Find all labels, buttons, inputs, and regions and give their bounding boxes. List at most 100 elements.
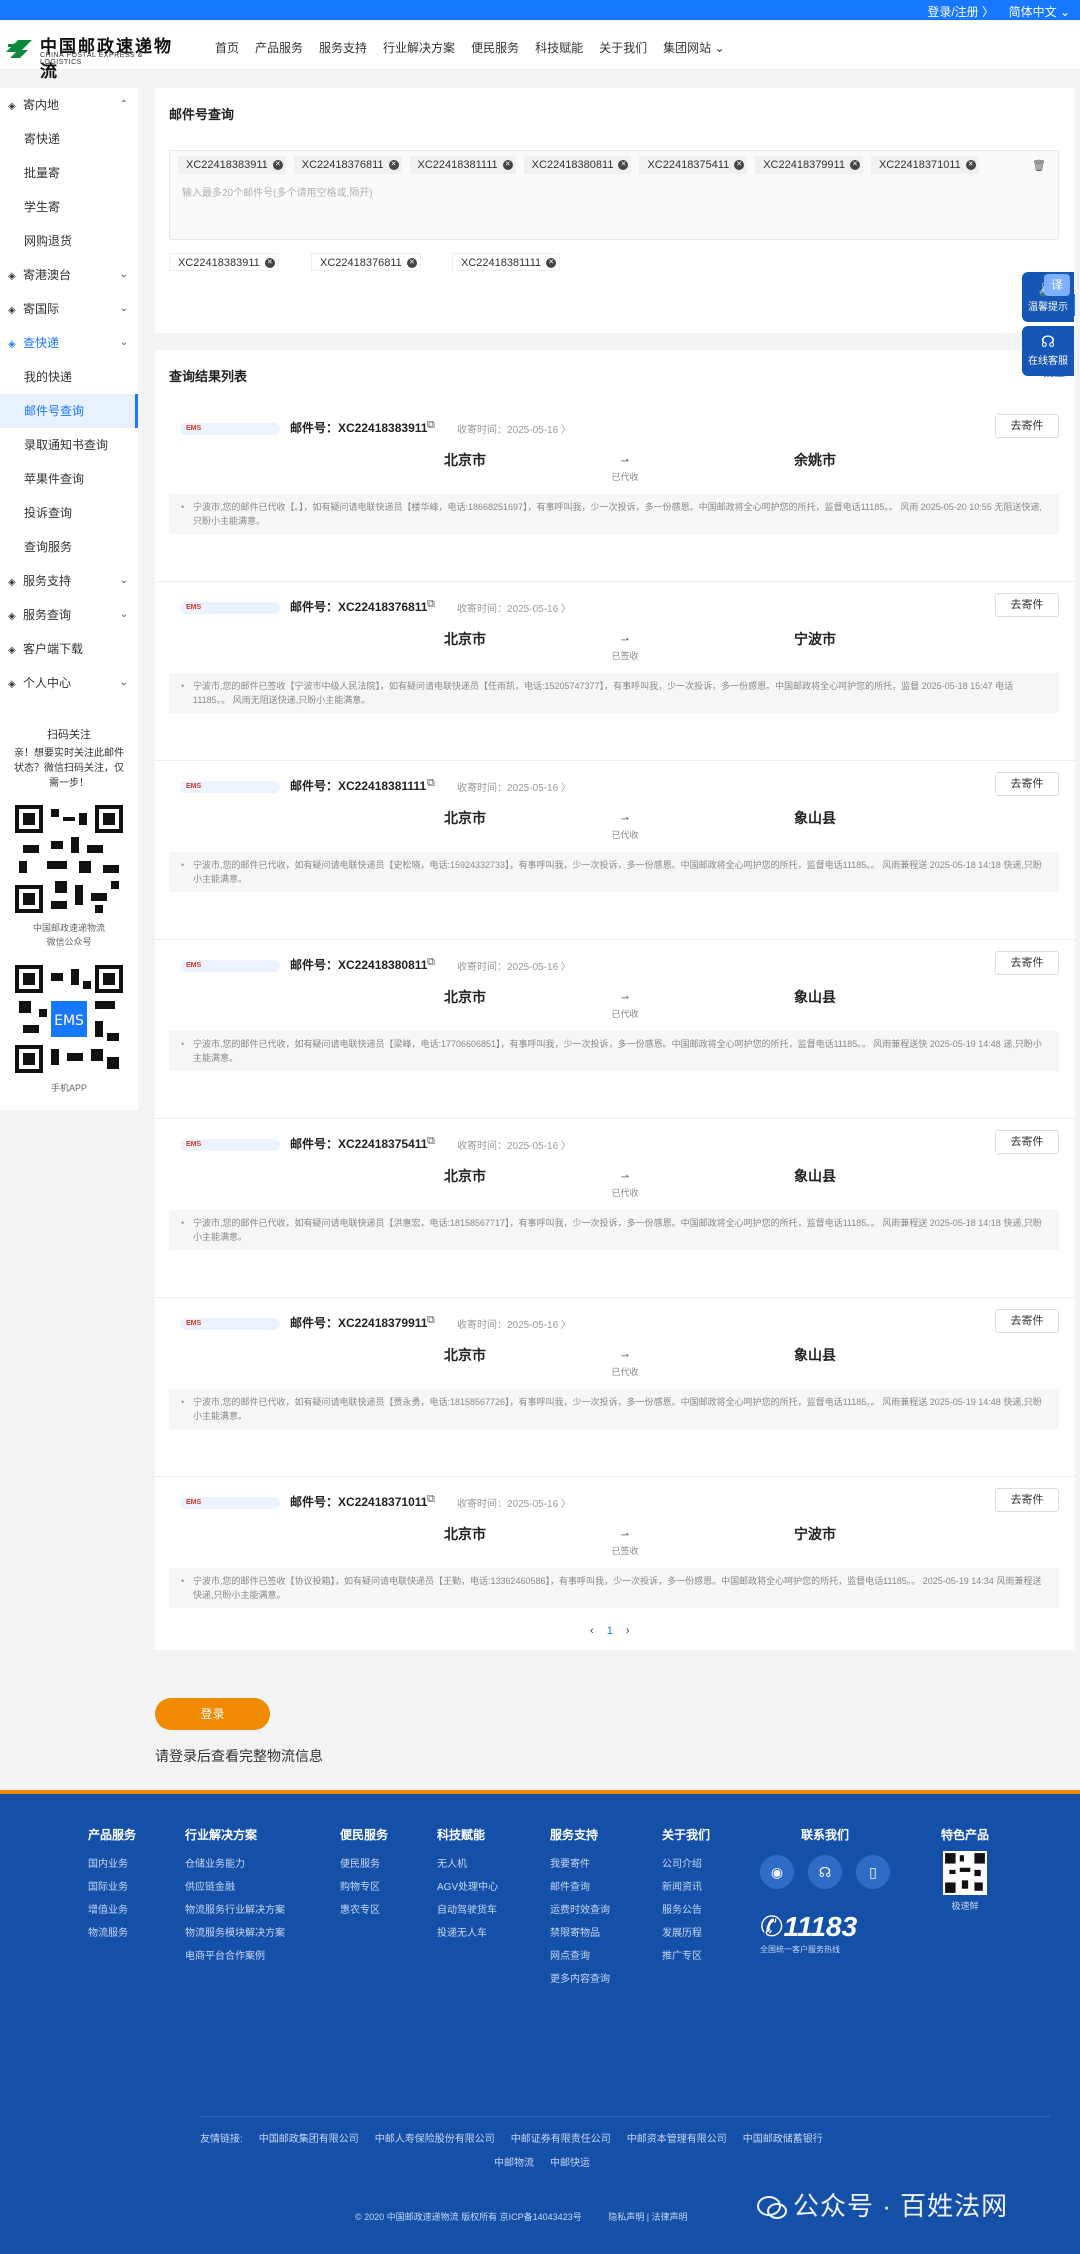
send-button[interactable]: 去寄件 [995,772,1059,796]
sidebar-item[interactable]: 邮件号查询 [0,394,138,428]
login-button[interactable]: 登录 [155,1698,270,1730]
sidebar-item[interactable]: 苹果件查询 [0,462,138,496]
footer-link[interactable]: 物流服务 [88,1922,136,1945]
copy-icon[interactable]: ⧉ [427,1135,435,1148]
send-button[interactable]: 去寄件 [995,1130,1059,1154]
copy-icon[interactable]: ⧉ [427,1493,435,1506]
footer-link[interactable]: 物流服务行业解决方案 [185,1899,285,1922]
friend-link[interactable]: 中国邮政储蓄银行 [743,2134,823,2145]
friend-link[interactable]: 中邮证券有限责任公司 [511,2134,611,2145]
footer-link[interactable]: 供应链金融 [185,1876,285,1899]
receive-time[interactable]: 收寄时间：2025-05-16 〉 [457,958,571,973]
headset-icon[interactable]: ☊ [808,1855,842,1889]
footer-link[interactable]: 新闻资讯 [662,1876,710,1899]
nav-products[interactable]: 产品服务 [255,39,303,56]
remove-tag-icon[interactable]: ✕ [502,160,513,170]
footer-link[interactable]: 运费时效查询 [550,1899,610,1922]
footer-link[interactable]: 推广专区 [662,1945,710,1968]
footer-link[interactable]: 购物专区 [340,1876,388,1899]
remove-tag-icon[interactable]: ✕ [849,160,860,170]
send-button[interactable]: 去寄件 [995,951,1059,975]
nav-convenience[interactable]: 便民服务 [471,39,519,56]
friend-link[interactable]: 中国邮政集团有限公司 [259,2134,359,2145]
footer-link[interactable]: 便民服务 [340,1853,388,1876]
sidebar-item[interactable]: 寄快递 [0,122,138,156]
sidebar-item[interactable]: ◈ 客户端下载 [0,632,138,666]
chevron-icon[interactable]: ⌄ [120,564,128,598]
remove-tag-icon[interactable]: ✕ [388,160,399,170]
chevron-icon[interactable]: ⌄ [120,666,128,700]
sidebar-item[interactable]: 投诉查询 [0,496,138,530]
page-number[interactable]: 1 [607,1625,613,1637]
chevron-icon[interactable]: ⌄ [120,326,128,360]
sidebar-item[interactable]: 学生寄 [0,190,138,224]
sidebar-item[interactable]: ◈ 查快递 ⌄ [0,326,138,360]
online-service-button[interactable]: ☊ 在线客服 [1022,326,1074,376]
nav-group[interactable]: 集团网站 ⌄ [663,39,724,56]
copy-icon[interactable]: ⧉ [427,1314,435,1327]
sidebar-item[interactable]: ◈ 寄国际 ⌄ [0,292,138,326]
legal-links[interactable]: 隐私声明 | 法律声明 [608,2212,687,2222]
sidebar-item[interactable]: 录取通知书查询 [0,428,138,462]
footer-link[interactable]: 国内业务 [88,1853,136,1876]
footer-link[interactable]: 物流服务模块解决方案 [185,1922,285,1945]
prev-page-button[interactable]: ‹ [590,1625,594,1637]
footer-link[interactable]: 邮件查询 [550,1876,610,1899]
nav-about[interactable]: 关于我们 [599,39,647,56]
login-register-link[interactable]: 登录/注册 〉 [927,3,994,20]
sidebar-item[interactable]: 网购退货 [0,224,138,258]
friend-link[interactable]: 中邮资本管理有限公司 [627,2134,727,2145]
footer-link[interactable]: 我要寄件 [550,1853,610,1876]
copy-icon[interactable]: ⧉ [427,419,435,432]
friend-link[interactable]: 中邮物流 [494,2158,534,2169]
send-button[interactable]: 去寄件 [995,1488,1059,1512]
chevron-icon[interactable]: ⌄ [120,598,128,632]
chevron-icon[interactable]: ⌃ [120,88,128,122]
remove-tag-icon[interactable]: ✕ [965,160,976,170]
trash-icon[interactable]: 🗑 [1032,159,1046,172]
sidebar-item[interactable]: ◈ 服务支持 ⌄ [0,564,138,598]
copy-icon[interactable]: ⧉ [427,598,435,611]
nav-tech[interactable]: 科技赋能 [535,39,583,56]
sidebar-item[interactable]: ◈ 寄港澳台 ⌄ [0,258,138,292]
footer-link[interactable]: 网点查询 [550,1945,610,1968]
footer-link[interactable]: 服务公告 [662,1899,710,1922]
receive-time[interactable]: 收寄时间：2025-05-16 〉 [457,1137,571,1152]
sidebar-item[interactable]: 批量寄 [0,156,138,190]
sidebar-item[interactable]: 我的快递 [0,360,138,394]
sidebar-item[interactable]: ◈ 个人中心 ⌄ [0,666,138,700]
sidebar-item[interactable]: ◈ 寄内地 ⌃ [0,88,138,122]
remove-tag-icon[interactable]: ✕ [734,160,745,170]
wechat-icon[interactable]: ◉ [760,1855,794,1889]
footer-link[interactable]: 投递无人车 [437,1922,498,1945]
footer-link[interactable]: 仓储业务能力 [185,1853,285,1876]
remove-tag-icon[interactable]: ✕ [264,258,275,268]
remove-tag-icon[interactable]: ✕ [406,258,417,268]
footer-link[interactable]: 惠农专区 [340,1899,388,1922]
receive-time[interactable]: 收寄时间：2025-05-16 〉 [457,421,571,436]
footer-link[interactable]: 国际业务 [88,1876,136,1899]
send-button[interactable]: 去寄件 [995,414,1059,438]
sidebar-item[interactable]: 查询服务 [0,530,138,564]
receive-time[interactable]: 收寄时间：2025-05-16 〉 [457,779,571,794]
featured-qr-code[interactable] [943,1851,987,1895]
translate-button[interactable]: 译 [1044,274,1070,296]
footer-link[interactable]: 无人机 [437,1853,498,1876]
footer-link[interactable]: 发展历程 [662,1922,710,1945]
phone-icon[interactable]: ▯ [856,1855,890,1889]
nav-solutions[interactable]: 行业解决方案 [383,39,455,56]
chevron-icon[interactable]: ⌄ [120,258,128,292]
remove-tag-icon[interactable]: ✕ [618,160,629,170]
send-button[interactable]: 去寄件 [995,1309,1059,1333]
footer-link[interactable]: 禁限寄物品 [550,1922,610,1945]
sidebar-item[interactable]: ◈ 服务查询 ⌄ [0,598,138,632]
remove-tag-icon[interactable]: ✕ [272,160,283,170]
receive-time[interactable]: 收寄时间：2025-05-16 〉 [457,1316,571,1331]
friend-link[interactable]: 中邮快运 [550,2158,590,2169]
language-select[interactable]: 简体中文 ⌄ [1009,3,1070,20]
logo[interactable]: 中国邮政速递物流 CHINA POSTAL EXPRESS & LOGISTIC… [4,30,184,81]
next-page-button[interactable]: › [626,1625,630,1637]
send-button[interactable]: 去寄件 [995,593,1059,617]
remove-tag-icon[interactable]: ✕ [546,258,557,268]
footer-link[interactable]: AGV处理中心 [437,1876,498,1899]
